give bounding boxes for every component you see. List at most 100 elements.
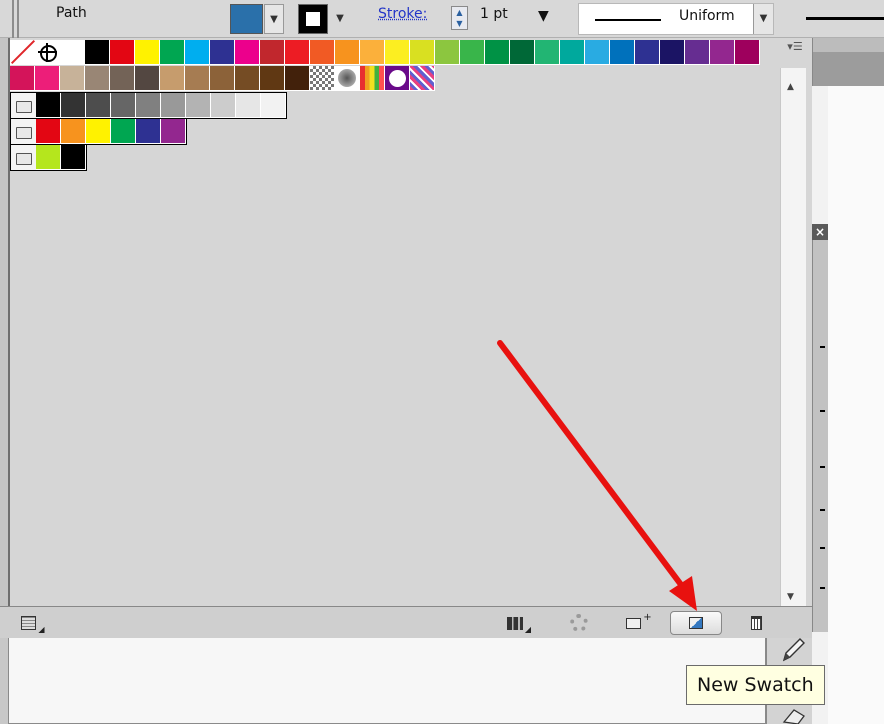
color-swatch[interactable] bbox=[235, 40, 260, 65]
color-swatch[interactable] bbox=[360, 40, 385, 65]
color-swatch[interactable] bbox=[610, 40, 635, 65]
color-swatch[interactable] bbox=[660, 40, 685, 65]
color-swatch[interactable] bbox=[35, 66, 60, 91]
pencil-tool-icon[interactable] bbox=[778, 634, 808, 664]
color-swatch[interactable] bbox=[211, 93, 236, 118]
swatch-options-icon[interactable] bbox=[566, 612, 592, 634]
color-swatch[interactable] bbox=[61, 93, 86, 118]
color-swatch[interactable] bbox=[635, 40, 660, 65]
color-swatch[interactable] bbox=[585, 40, 610, 65]
new-swatch-button[interactable] bbox=[670, 611, 722, 635]
brush-definition-preview[interactable] bbox=[806, 17, 884, 20]
show-swatch-kinds-menu-icon[interactable]: ◢ bbox=[504, 612, 534, 634]
color-swatch[interactable] bbox=[735, 40, 760, 65]
color-swatch[interactable] bbox=[685, 40, 710, 65]
color-swatch[interactable] bbox=[36, 145, 61, 170]
new-color-group-icon[interactable]: + bbox=[624, 612, 654, 634]
pattern-swatch[interactable] bbox=[335, 66, 360, 91]
color-swatch[interactable] bbox=[135, 66, 160, 91]
color-swatch[interactable] bbox=[61, 145, 86, 170]
color-swatch[interactable] bbox=[410, 40, 435, 65]
color-swatch[interactable] bbox=[460, 40, 485, 65]
color-swatch[interactable] bbox=[235, 66, 260, 91]
stroke-panel-link[interactable]: Stroke: bbox=[378, 6, 427, 22]
pattern-swatch[interactable] bbox=[310, 66, 335, 91]
swatch-row bbox=[10, 66, 435, 91]
color-swatch[interactable] bbox=[560, 40, 585, 65]
color-group-folder-icon[interactable] bbox=[11, 145, 36, 170]
selection-type-label: Path bbox=[56, 5, 87, 21]
color-group-folder-icon[interactable] bbox=[11, 119, 36, 144]
delete-swatch-icon[interactable] bbox=[744, 612, 768, 634]
color-swatch[interactable] bbox=[710, 40, 735, 65]
color-swatch[interactable] bbox=[161, 93, 186, 118]
color-swatch[interactable] bbox=[86, 93, 111, 118]
collapsed-panel-strip bbox=[812, 224, 828, 632]
variable-width-profile-select[interactable]: Uniform ▼ bbox=[578, 3, 774, 35]
color-swatch[interactable] bbox=[285, 66, 310, 91]
color-swatch[interactable] bbox=[310, 40, 335, 65]
color-swatch[interactable] bbox=[435, 40, 460, 65]
color-swatch[interactable] bbox=[185, 66, 210, 91]
pattern-swatch[interactable] bbox=[385, 66, 410, 91]
profile-dropdown-arrow-icon[interactable]: ▼ bbox=[753, 4, 773, 34]
color-swatch[interactable] bbox=[61, 119, 86, 144]
color-swatch[interactable] bbox=[110, 66, 135, 91]
color-swatch[interactable] bbox=[111, 119, 136, 144]
swatch-row bbox=[10, 118, 187, 145]
color-swatch[interactable] bbox=[136, 119, 161, 144]
color-swatch[interactable] bbox=[160, 40, 185, 65]
color-swatch[interactable] bbox=[136, 93, 161, 118]
fill-color-swatch[interactable] bbox=[230, 4, 263, 34]
registration-swatch[interactable] bbox=[35, 40, 60, 65]
color-swatch[interactable] bbox=[86, 119, 111, 144]
color-swatch[interactable] bbox=[335, 40, 360, 65]
color-swatch[interactable] bbox=[260, 40, 285, 65]
profile-label: Uniform bbox=[679, 8, 735, 24]
color-swatch[interactable] bbox=[186, 93, 211, 118]
eraser-tool-icon[interactable] bbox=[780, 706, 808, 724]
artboard-area bbox=[828, 86, 884, 724]
swatch-libraries-menu-icon[interactable]: ◢ bbox=[20, 612, 46, 634]
color-swatch[interactable] bbox=[85, 66, 110, 91]
scroll-down-arrow-icon[interactable]: ▼ bbox=[787, 592, 794, 602]
stroke-weight-spinner-icon[interactable]: ▲ ▼ bbox=[451, 6, 468, 30]
stroke-weight-value[interactable]: 1 pt bbox=[480, 6, 508, 22]
color-swatch[interactable] bbox=[60, 40, 85, 65]
color-swatch[interactable] bbox=[10, 66, 35, 91]
color-swatch[interactable] bbox=[135, 40, 160, 65]
color-swatch[interactable] bbox=[185, 40, 210, 65]
color-swatch[interactable] bbox=[210, 66, 235, 91]
color-swatch[interactable] bbox=[210, 40, 235, 65]
color-swatch[interactable] bbox=[36, 93, 61, 118]
color-swatch[interactable] bbox=[160, 66, 185, 91]
close-icon[interactable]: × bbox=[812, 224, 828, 240]
color-swatch[interactable] bbox=[285, 40, 310, 65]
color-swatch[interactable] bbox=[260, 66, 285, 91]
color-swatch[interactable] bbox=[110, 40, 135, 65]
pattern-swatch[interactable] bbox=[360, 66, 385, 91]
color-swatch[interactable] bbox=[85, 40, 110, 65]
swatch-row bbox=[10, 92, 287, 119]
color-swatch[interactable] bbox=[36, 119, 61, 144]
color-swatch[interactable] bbox=[111, 93, 136, 118]
none-swatch[interactable] bbox=[10, 40, 35, 65]
stroke-color-swatch[interactable] bbox=[298, 4, 328, 34]
stroke-dropdown-arrow-icon[interactable]: ▼ bbox=[330, 4, 350, 34]
color-group-folder-icon[interactable] bbox=[11, 93, 36, 118]
color-swatch[interactable] bbox=[510, 40, 535, 65]
stroke-weight-dropdown-icon[interactable]: ▼ bbox=[538, 8, 549, 24]
color-swatch[interactable] bbox=[236, 93, 261, 118]
color-swatch[interactable] bbox=[261, 93, 286, 118]
swatches-scrollbar[interactable]: ▲ ▼ bbox=[780, 68, 806, 608]
fill-dropdown-arrow-icon[interactable]: ▼ bbox=[264, 4, 284, 34]
scroll-up-arrow-icon[interactable]: ▲ bbox=[787, 82, 794, 92]
color-swatch[interactable] bbox=[385, 40, 410, 65]
control-bar-grip[interactable] bbox=[10, 0, 26, 38]
color-swatch[interactable] bbox=[535, 40, 560, 65]
panel-menu-icon[interactable]: ▾☰ bbox=[783, 40, 807, 62]
pattern-swatch[interactable] bbox=[410, 66, 435, 91]
color-swatch[interactable] bbox=[60, 66, 85, 91]
color-swatch[interactable] bbox=[485, 40, 510, 65]
color-swatch[interactable] bbox=[161, 119, 186, 144]
